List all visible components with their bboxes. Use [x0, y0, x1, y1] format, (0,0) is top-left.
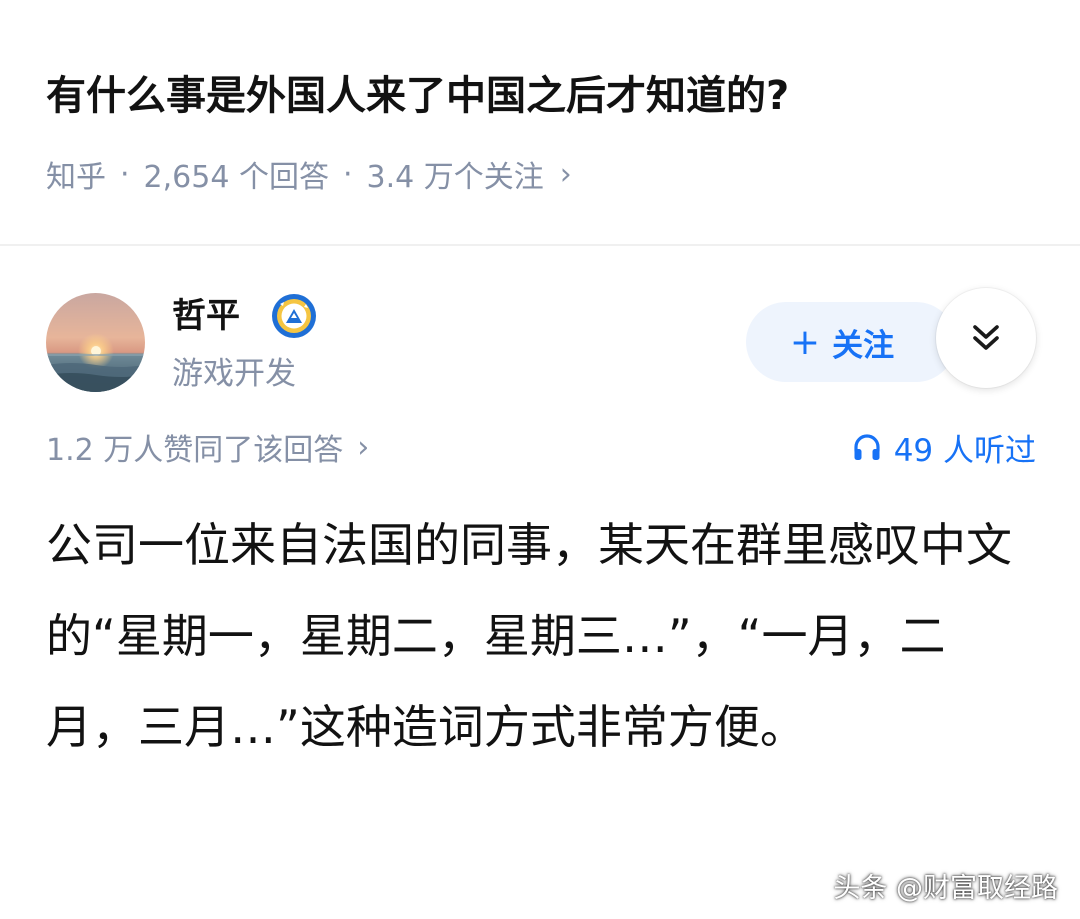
divider: [0, 244, 1080, 246]
avatar[interactable]: [46, 293, 145, 392]
follow-label: 关注: [832, 327, 895, 364]
expand-button[interactable]: [936, 288, 1036, 388]
likes-link[interactable]: 1.2 万人赞同了该回答 ›: [46, 425, 369, 469]
double-chevron-down-icon: [973, 325, 999, 350]
listeners-count: 49 人听过: [893, 432, 1036, 469]
author-bio: 游戏开发: [172, 356, 296, 392]
likes-count: 1.2 万人赞同了该回答: [46, 433, 344, 468]
meta-separator: ·: [120, 156, 130, 192]
source-label: 知乎: [46, 160, 106, 195]
headphones-icon: [854, 434, 880, 460]
listen-link[interactable]: 49 人听过: [852, 425, 1036, 469]
answers-count: 2,654 个回答: [143, 160, 329, 195]
chevron-right-icon: ›: [357, 429, 370, 465]
answer-page: 有什么事是外国人来了中国之后才知道的? 知乎 · 2,654 个回答 · 3.4…: [0, 0, 1080, 919]
question-meta[interactable]: 知乎 · 2,654 个回答 · 3.4 万个关注 ›: [46, 152, 572, 196]
follow-button[interactable]: + 关注: [746, 302, 956, 382]
watermark: 头条 @财富取经路: [833, 873, 1058, 904]
meta-separator: ·: [342, 156, 353, 192]
author-name[interactable]: 哲平: [172, 292, 240, 340]
plus-icon: +: [789, 321, 821, 363]
answer-text[interactable]: 公司一位来自法国的同事，某天在群里感叹中文的“星期一，星期二，星期三…”，“一月…: [46, 500, 1036, 773]
creator-badge-icon: [270, 292, 318, 340]
followers-count: 3.4 万个关注: [366, 160, 544, 195]
chevron-right-icon: ›: [559, 156, 572, 192]
question-title[interactable]: 有什么事是外国人来了中国之后才知道的?: [46, 66, 1046, 126]
